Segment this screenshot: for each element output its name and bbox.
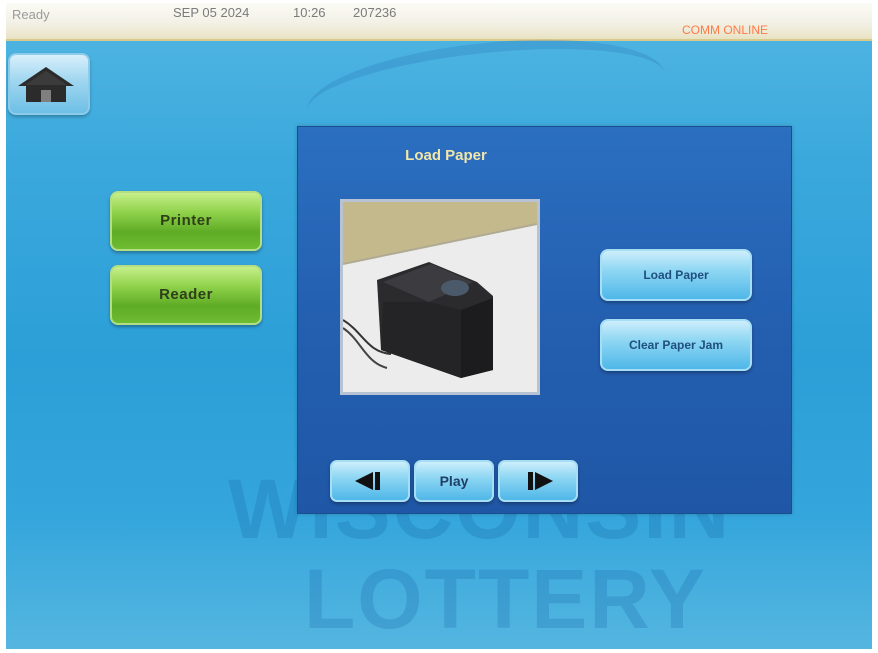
next-button[interactable] bbox=[498, 460, 578, 502]
status-time: 10:26 bbox=[293, 5, 326, 20]
printer-illustration bbox=[343, 202, 537, 392]
panel-title: Load Paper bbox=[405, 147, 487, 164]
previous-button[interactable] bbox=[330, 460, 410, 502]
previous-icon bbox=[355, 472, 380, 490]
clear-paper-jam-button[interactable]: Clear Paper Jam bbox=[600, 319, 752, 371]
status-date: SEP 05 2024 bbox=[173, 5, 250, 20]
status-bar: Ready SEP 05 2024 10:26 207236 COMM ONLI… bbox=[6, 3, 872, 41]
load-paper-button[interactable]: Load Paper bbox=[600, 249, 752, 301]
status-terminal-id: 207236 bbox=[353, 5, 397, 20]
status-state: Ready bbox=[12, 7, 50, 22]
next-icon bbox=[528, 472, 553, 490]
reader-button[interactable]: Reader bbox=[110, 265, 262, 325]
load-paper-panel: Load Paper Load Paper Clear Paper Jam Pl… bbox=[297, 126, 792, 514]
watermark-line-2: LOTTERY bbox=[304, 552, 707, 646]
comm-status: COMM ONLINE bbox=[682, 23, 769, 37]
home-icon bbox=[18, 67, 74, 102]
play-button[interactable]: Play bbox=[414, 460, 494, 502]
printer-photo bbox=[340, 199, 540, 395]
home-button[interactable] bbox=[8, 53, 90, 115]
lottery-terminal-screen: Ready SEP 05 2024 10:26 207236 COMM ONLI… bbox=[6, 3, 872, 649]
printer-button[interactable]: Printer bbox=[110, 191, 262, 251]
